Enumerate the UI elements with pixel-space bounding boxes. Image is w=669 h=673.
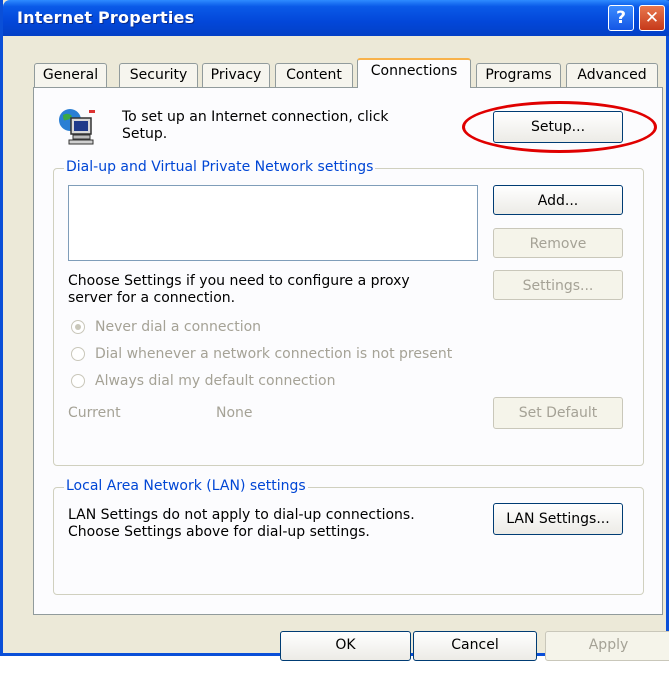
help-button[interactable]: ? bbox=[608, 5, 634, 31]
tab-privacy-label: Privacy bbox=[210, 67, 262, 83]
close-button[interactable]: ✕ bbox=[639, 5, 665, 31]
radio-always-dial[interactable] bbox=[71, 374, 85, 388]
remove-button[interactable]: Remove bbox=[493, 228, 623, 258]
tab-security-label: Security bbox=[129, 67, 188, 83]
add-button[interactable]: Add... bbox=[493, 185, 623, 215]
radio-never-dial[interactable] bbox=[71, 320, 85, 334]
radio-always-dial-label: Always dial my default connection bbox=[95, 373, 336, 389]
tab-advanced-label: Advanced bbox=[577, 67, 647, 83]
lan-settings-button[interactable]: LAN Settings... bbox=[493, 503, 623, 535]
current-label: Current bbox=[68, 405, 121, 421]
tab-security[interactable]: Security bbox=[119, 63, 198, 87]
title-bar[interactable]: Internet Properties ? ✕ bbox=[3, 0, 669, 36]
tab-programs-label: Programs bbox=[485, 67, 552, 83]
dialup-legend: Dial-up and Virtual Private Network sett… bbox=[64, 159, 376, 175]
current-value: None bbox=[216, 405, 253, 421]
settings-button[interactable]: Settings... bbox=[493, 270, 623, 300]
lan-legend: Local Area Network (LAN) settings bbox=[64, 478, 308, 494]
tab-general-label: General bbox=[42, 67, 99, 83]
tab-general[interactable]: General bbox=[34, 63, 107, 87]
radio-selected-dot bbox=[75, 324, 81, 330]
window-title: Internet Properties bbox=[17, 8, 195, 27]
proxy-instruction-line1: Choose Settings if you need to configure… bbox=[68, 273, 410, 289]
radio-dial-whenever[interactable] bbox=[71, 347, 85, 361]
cancel-button[interactable]: Cancel bbox=[413, 631, 537, 661]
tab-programs[interactable]: Programs bbox=[476, 63, 561, 87]
setup-instruction-line2: Setup. bbox=[122, 126, 168, 142]
help-icon: ? bbox=[616, 8, 626, 28]
tab-connections[interactable]: Connections bbox=[357, 58, 471, 88]
tab-privacy[interactable]: Privacy bbox=[202, 63, 270, 87]
radio-never-dial-label: Never dial a connection bbox=[95, 319, 262, 335]
ok-button[interactable]: OK bbox=[280, 631, 411, 661]
connections-listbox[interactable] bbox=[68, 185, 478, 261]
highlight-ellipse bbox=[462, 101, 657, 153]
close-icon: ✕ bbox=[644, 8, 660, 28]
apply-button[interactable]: Apply bbox=[545, 631, 669, 661]
tab-connections-label: Connections bbox=[370, 63, 458, 79]
tab-advanced[interactable]: Advanced bbox=[566, 63, 658, 87]
set-default-button[interactable]: Set Default bbox=[493, 397, 623, 429]
proxy-instruction-line2: server for a connection. bbox=[68, 290, 236, 306]
lan-instruction-line2: Choose Settings above for dial-up settin… bbox=[68, 524, 370, 540]
internet-properties-window: Internet Properties ? ✕ General Security… bbox=[0, 0, 669, 661]
radio-dial-whenever-label: Dial whenever a network connection is no… bbox=[95, 346, 453, 362]
lan-instruction-line1: LAN Settings do not apply to dial-up con… bbox=[68, 507, 415, 523]
tab-content-label: Content bbox=[286, 67, 342, 83]
globe-computer-icon bbox=[59, 109, 95, 145]
setup-instruction-line1: To set up an Internet connection, click bbox=[122, 109, 389, 125]
tab-content[interactable]: Content bbox=[275, 63, 353, 87]
